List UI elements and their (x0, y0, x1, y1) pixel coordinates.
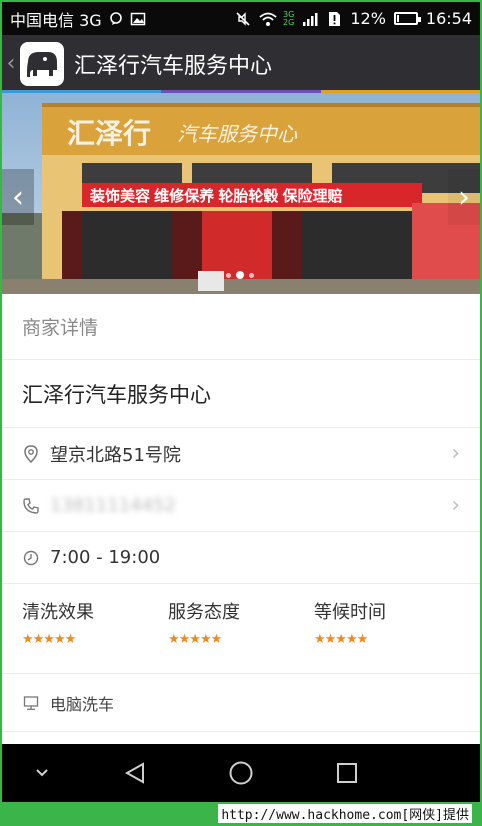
hours-text: 7:00 - 19:00 (50, 547, 161, 568)
status-left: 中国电信 3G (10, 7, 235, 31)
rating-label: 等候时间 (314, 602, 386, 623)
rating-item: 等候时间 ★★★★★ (314, 598, 460, 647)
battery-icon (393, 12, 421, 25)
rating-label: 清洗效果 (22, 602, 94, 623)
battery-fill (396, 15, 399, 22)
service-row: 电脑洗车 (2, 674, 480, 732)
sign-sub-text: 汽车服务中心 (177, 124, 298, 146)
phone-icon (22, 497, 40, 515)
phone-text: 13811114452 (50, 495, 176, 516)
page-title: 汇泽行汽车服务中心 (74, 53, 273, 79)
mute-icon (235, 11, 251, 27)
address-row[interactable]: 望京北路51号院 › (2, 428, 480, 480)
address-text: 望京北路51号院 (50, 444, 181, 466)
chat-icon (108, 11, 124, 27)
banner-services-text: 装饰美容 维修保养 轮胎轮毂 保险理赔 (89, 187, 343, 205)
sign-main-text: 汇泽行 (67, 117, 151, 150)
network-2g-label: 2G (283, 17, 295, 27)
carousel-dot[interactable] (236, 271, 244, 279)
chevron-down-icon[interactable] (26, 758, 58, 788)
footer-strip: http://www.hackhome.com[网侠]提供 (2, 802, 480, 824)
elephant-logo-icon[interactable] (20, 41, 64, 86)
carousel-dot[interactable] (226, 272, 231, 278)
chevron-right-icon[interactable]: › (448, 169, 480, 225)
network-type-indicator: 3G 2G (283, 10, 295, 27)
sim-alert-icon (326, 11, 342, 27)
rating-label: 服务态度 (168, 602, 240, 623)
image-icon (130, 11, 146, 27)
system-nav-bar (2, 744, 480, 802)
star-rating-icon: ★★★★★ (314, 632, 368, 647)
chevron-right-icon: › (451, 493, 460, 518)
back-triangle-icon[interactable] (119, 758, 151, 788)
section-title: 商家详情 (2, 294, 480, 360)
status-right: 3G 2G 12% 16:54 (235, 9, 472, 28)
clock: 16:54 (425, 9, 472, 28)
hours-row: 7:00 - 19:00 (2, 532, 480, 584)
battery-percent: 12% (350, 9, 386, 28)
shop-name: 汇泽行汽车服务中心 (2, 360, 480, 428)
carousel-dot[interactable] (249, 272, 254, 278)
shop-photo-carousel[interactable]: 汇泽行 汽车服务中心 装饰美容 维修保养 轮胎轮毂 保险理赔 ‹ › (2, 93, 480, 294)
chevron-right-icon: › (451, 441, 460, 466)
shop-details: 商家详情 汇泽行汽车服务中心 望京北路51号院 › 13811114452 › … (2, 294, 480, 744)
star-rating-icon: ★★★★★ (22, 632, 76, 647)
signal-icon (302, 11, 318, 27)
service-text: 电脑洗车 (50, 694, 115, 714)
title-bar: ‹ 汇泽行汽车服务中心 (2, 35, 480, 92)
chevron-left-icon[interactable]: ‹ (2, 169, 34, 225)
recents-square-icon[interactable] (331, 758, 363, 788)
star-rating-icon: ★★★★★ (168, 632, 222, 647)
home-circle-icon[interactable] (225, 758, 257, 788)
clock-icon (22, 549, 40, 567)
computer-icon (22, 694, 40, 712)
status-bar: 中国电信 3G 3G 2G 12% 16:54 (2, 2, 480, 35)
watermark-text: http://www.hackhome.com[网侠]提供 (218, 804, 472, 823)
rating-item: 服务态度 ★★★★★ (168, 598, 314, 647)
rating-item: 清洗效果 ★★★★★ (22, 598, 168, 647)
phone-row[interactable]: 13811114452 › (2, 480, 480, 532)
carousel-dots (226, 271, 254, 279)
phone-screen: 中国电信 3G 3G 2G 12% 16:54 ‹ 汇泽行汽车服务中心 汇泽行 … (0, 0, 482, 826)
carrier-text: 中国电信 3G (10, 10, 102, 30)
ratings-row: 清洗效果 ★★★★★ 服务态度 ★★★★★ 等候时间 ★★★★★ (2, 584, 480, 674)
location-pin-icon (22, 444, 40, 463)
shop-storefront-photo: 汇泽行 汽车服务中心 装饰美容 维修保养 轮胎轮毂 保险理赔 (2, 93, 480, 294)
chevron-left-icon[interactable]: ‹ (4, 51, 18, 76)
wifi-icon (259, 11, 277, 27)
